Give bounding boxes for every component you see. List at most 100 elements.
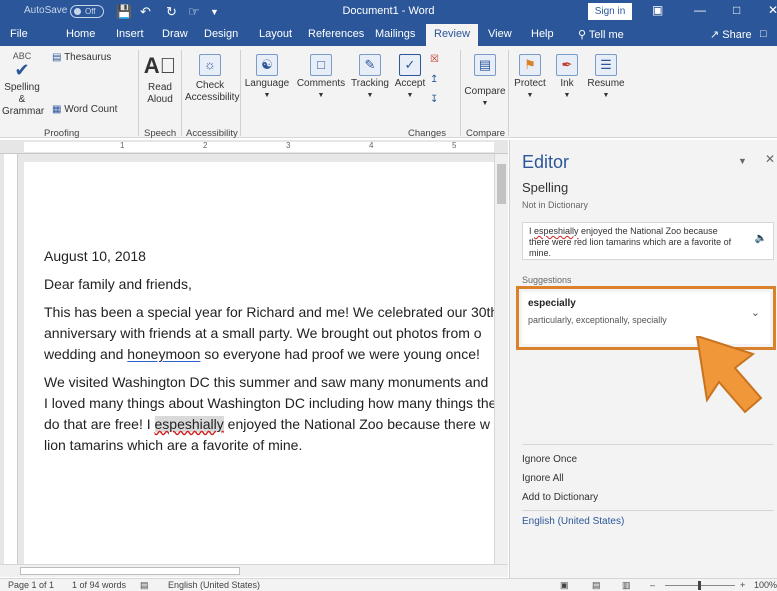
misspelled-word[interactable]: espeshially	[154, 416, 224, 432]
tab-home[interactable]: Home	[66, 28, 95, 40]
sign-in-button[interactable]: Sign in	[588, 3, 632, 20]
tab-design[interactable]: Design	[204, 28, 238, 40]
tell-me-search[interactable]: ⚲ Tell me	[578, 28, 624, 41]
tab-draw[interactable]: Draw	[162, 28, 188, 40]
ribbon-divider	[460, 50, 461, 136]
maximize-icon[interactable]: □	[733, 3, 740, 17]
ruler-number: 3	[286, 141, 291, 150]
editor-pane: Editor ▼ ✕ Spelling Not in Dictionary I …	[509, 140, 777, 578]
compare-icon: ▤	[474, 54, 496, 76]
search-icon: ⚲	[578, 29, 587, 41]
word-count-button[interactable]: ▦ Word Count	[52, 104, 117, 116]
ignore-once-button[interactable]: Ignore Once	[522, 450, 598, 469]
tracking-button[interactable]: ✎ Tracking ▼	[350, 54, 390, 102]
language-button[interactable]: ☯ Language ▼	[244, 54, 290, 102]
compare-button[interactable]: ▤ Compare ▼	[464, 54, 506, 110]
accept-button[interactable]: ✓ Accept ▼	[393, 54, 427, 102]
resume-button[interactable]: ☰ Resume ▼	[586, 54, 626, 102]
letter-date[interactable]: August 10, 2018	[44, 246, 146, 267]
tab-layout[interactable]: Layout	[259, 28, 292, 40]
read-aloud-button[interactable]: A⃝ Read Aloud	[142, 54, 178, 106]
pane-close-icon[interactable]: ✕	[765, 152, 775, 166]
letter-greeting[interactable]: Dear family and friends,	[44, 274, 192, 295]
tab-mailings[interactable]: Mailings	[375, 28, 415, 40]
word-count-icon: ▦	[52, 104, 62, 115]
word-count-label: Word Count	[64, 104, 118, 115]
scroll-thumb[interactable]	[20, 567, 240, 575]
chevron-down-icon[interactable]: ⌄	[751, 306, 760, 319]
previous-change-icon[interactable]: ↥	[430, 74, 438, 86]
thesaurus-button[interactable]: ▤ Thesaurus	[52, 52, 111, 64]
speaker-icon[interactable]: 🔈	[755, 233, 767, 244]
reject-icon[interactable]: ☒	[430, 54, 439, 66]
protect-dropdown-icon: ▼	[526, 92, 534, 99]
ignore-all-button[interactable]: Ignore All	[522, 469, 598, 488]
accessibility-group-label: Accessibility	[186, 128, 238, 139]
comment-icon: □	[310, 54, 332, 76]
tracking-icon: ✎	[359, 54, 381, 76]
suggestion-synonyms: particularly, exceptionally, specially	[528, 315, 667, 325]
tab-references[interactable]: References	[308, 28, 364, 40]
protect-label: Protect	[514, 78, 546, 89]
paragraph-2-line[interactable]: lion tamarins which are a favorite of mi…	[44, 435, 302, 456]
focus-mode-icon[interactable]: ▣	[560, 580, 569, 591]
paragraph-1-line[interactable]: wedding and honeymoon so everyone had pr…	[44, 344, 480, 365]
zoom-level[interactable]: 100%	[754, 580, 777, 590]
paragraph-2-line[interactable]: do that are free! I espeshially enjoyed …	[44, 414, 490, 435]
pane-options-icon[interactable]: ▼	[738, 156, 747, 166]
speech-group-label: Speech	[144, 128, 177, 139]
print-layout-icon[interactable]: ▤	[592, 580, 601, 591]
zoom-out-icon[interactable]: –	[650, 580, 655, 590]
changes-group-label: Changes	[408, 128, 447, 139]
add-to-dictionary-button[interactable]: Add to Dictionary	[522, 488, 598, 507]
vertical-ruler[interactable]	[4, 154, 18, 564]
compare-dropdown-icon: ▼	[481, 100, 489, 107]
check-accessibility-button[interactable]: ☼ Check Accessibility	[184, 54, 239, 104]
suggestions-label: Suggestions	[522, 275, 572, 285]
ink-icon: ✒	[556, 54, 578, 76]
paragraph-1-line[interactable]: anniversary with friends at a small part…	[44, 323, 482, 344]
status-language[interactable]: English (United States)	[168, 580, 260, 590]
tab-file[interactable]: File	[10, 28, 28, 40]
thesaurus-label: Thesaurus	[64, 52, 112, 63]
paragraph-2-line[interactable]: We visited Washington DC this summer and…	[44, 372, 488, 393]
horizontal-ruler[interactable]: 1 2 3 4 5	[0, 140, 508, 154]
spelling-grammar-button[interactable]: ABC ✔ Spelling & Grammar	[2, 50, 44, 118]
zoom-slider-thumb[interactable]	[698, 581, 701, 590]
grammar-flagged-word[interactable]: honeymoon	[127, 346, 200, 362]
comments-icon[interactable]: □	[760, 28, 767, 40]
tab-view[interactable]: View	[488, 28, 512, 40]
horizontal-scrollbar[interactable]	[0, 564, 508, 577]
word-count[interactable]: 1 of 94 words	[72, 580, 126, 590]
paragraph-1-line[interactable]: This has been a special year for Richard…	[44, 302, 494, 323]
protect-button[interactable]: ⚑ Protect ▼	[512, 54, 548, 102]
minimize-icon[interactable]: —	[694, 3, 706, 17]
proofing-group-label: Proofing	[44, 128, 80, 139]
tab-insert[interactable]: Insert	[116, 28, 144, 40]
vertical-scrollbar[interactable]	[494, 154, 508, 564]
ribbon-display-icon[interactable]: ▣	[652, 3, 663, 17]
close-icon[interactable]: ✕	[768, 3, 777, 17]
document-page[interactable]: August 10, 2018 Dear family and friends,…	[24, 162, 494, 564]
tab-review[interactable]: Review	[426, 24, 479, 46]
compare-group-label: Compare	[466, 128, 506, 139]
share-button[interactable]: ↗ Share	[710, 28, 752, 41]
resume-icon: ☰	[595, 54, 617, 76]
tab-help[interactable]: Help	[531, 28, 554, 40]
next-change-icon[interactable]: ↧	[430, 94, 438, 106]
page-count[interactable]: Page 1 of 1	[8, 580, 54, 590]
ink-button[interactable]: ✒ Ink ▼	[554, 54, 580, 102]
comments-button[interactable]: □ Comments ▼	[296, 54, 346, 102]
zoom-in-icon[interactable]: +	[740, 580, 745, 590]
editor-language[interactable]: English (United States)	[522, 516, 624, 527]
context-sentence: I espeshially enjoyed the National Zoo b…	[522, 222, 774, 260]
web-layout-icon[interactable]: ▥	[622, 580, 631, 591]
suggestion-word[interactable]: especially	[528, 298, 764, 309]
proofing-icon[interactable]: ▤	[140, 580, 149, 591]
read-aloud-label: Read Aloud	[147, 82, 173, 105]
resume-dropdown-icon: ▼	[602, 92, 610, 99]
paragraph-2-line[interactable]: I loved many things about Washington DC …	[44, 393, 494, 414]
ribbon-divider	[240, 50, 241, 136]
resume-label: Resume	[587, 78, 625, 89]
scroll-thumb[interactable]	[497, 164, 506, 204]
